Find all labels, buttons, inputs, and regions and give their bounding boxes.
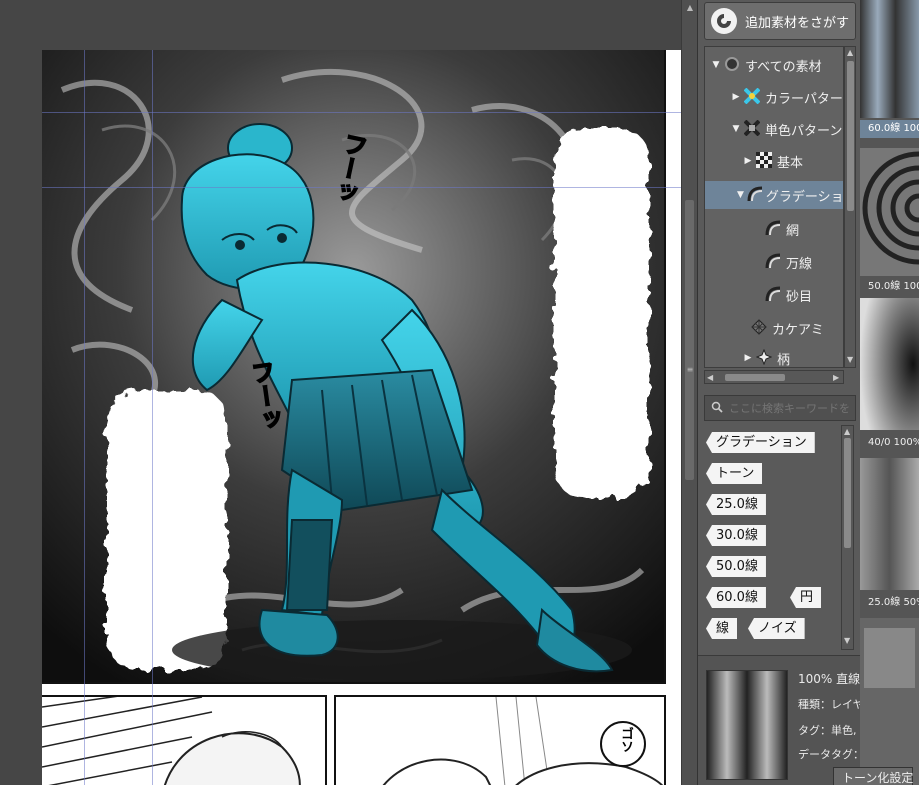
thumbnail-item[interactable]: 25.0線 50% (860, 458, 919, 618)
guide-line-horizontal (42, 187, 681, 188)
scroll-right-arrow-icon[interactable]: ▶ (833, 373, 839, 382)
pattern-icon (755, 348, 774, 367)
thumbnail-item[interactable]: 60.0線 100 (860, 0, 919, 148)
material-preview-thumbnail (706, 670, 788, 780)
thumbnail-item[interactable]: 50.0線 100 (860, 148, 919, 298)
canvas-vertical-scrollbar[interactable]: ▲ ≡ (681, 0, 697, 785)
tree-horizontal-scrollbar[interactable]: ◀ ▶ (704, 370, 844, 384)
tone-convert-settings-button[interactable]: トーン化設定 (833, 767, 913, 785)
material-detail-panel: 100% 直線 M 種類：レイヤー タグ：単色, 単色パ データタグ：グラデー (698, 655, 908, 785)
thumbnail-caption: 60.0線 100 (860, 120, 919, 138)
thumbnail-image (860, 148, 919, 276)
scroll-up-arrow-icon[interactable]: ▲ (685, 3, 695, 13)
material-tree: ▼ すべての素材 ▶ カラーパターン ▼ 単色パターン ▶ (704, 46, 844, 368)
tree-item-mono-pattern[interactable]: ▼ 単色パターン (731, 115, 842, 143)
tree-item-halftone[interactable]: 網 (765, 215, 799, 243)
tree-item-sand[interactable]: 砂目 (765, 281, 812, 309)
gradation-icon (765, 220, 783, 238)
tree-item-cross-hatch[interactable]: カケアミ (751, 314, 824, 342)
expand-triangle-icon[interactable]: ▼ (711, 60, 721, 70)
canvas-area[interactable]: フーッ フーッ ゴソ (0, 0, 681, 785)
checker-icon (756, 152, 774, 170)
search-more-label: 追加素材をさがす (745, 15, 850, 31)
cross-hatch-icon (751, 319, 769, 337)
guide-line-horizontal (42, 112, 681, 113)
search-icon (711, 401, 723, 416)
scroll-up-arrow-icon[interactable]: ▲ (844, 427, 850, 436)
tag-line[interactable]: 線 (706, 618, 738, 639)
tree-item-color-pattern[interactable]: ▶ カラーパターン (731, 83, 843, 111)
tree-hscroll-thumb[interactable] (725, 374, 785, 381)
gear-icon (724, 56, 742, 74)
tree-scroll-thumb[interactable] (847, 61, 854, 211)
tree-item-gradation[interactable]: ▼ グラデーション (705, 181, 843, 209)
page-margin (666, 50, 681, 785)
collapse-triangle-icon[interactable]: ▶ (743, 156, 753, 166)
keyword-search-box[interactable] (704, 395, 856, 421)
color-pattern-icon (743, 87, 762, 106)
scroll-down-arrow-icon[interactable]: ▼ (844, 636, 850, 645)
tree-vertical-scrollbar[interactable]: ▲ ▼ (844, 46, 856, 368)
thumbnail-image (860, 0, 919, 118)
scroll-left-arrow-icon[interactable]: ◀ (707, 373, 713, 382)
guide-line-vertical (84, 50, 85, 785)
assets-logo-icon (711, 8, 737, 34)
scroll-up-arrow-icon[interactable]: ▲ (847, 48, 853, 57)
material-palette: 追加素材をさがす ▼ すべての素材 ▶ カラーパターン ▼ 単色パターン ▶ (697, 0, 908, 785)
gradation-icon (765, 286, 783, 304)
expand-triangle-icon[interactable]: ▼ (731, 124, 741, 134)
guide-line-vertical (152, 50, 153, 785)
tree-item-all-materials[interactable]: ▼ すべての素材 (711, 51, 822, 79)
tag-tone[interactable]: トーン (706, 463, 763, 484)
tags-scroll-thumb[interactable] (844, 438, 851, 548)
search-more-materials-button[interactable]: 追加素材をさがす (704, 2, 856, 40)
thumbnail-caption: 50.0線 100 (868, 281, 919, 292)
gradation-icon (747, 186, 763, 204)
tag-circle[interactable]: 円 (790, 587, 822, 608)
material-thumbnail-grid: 60.0線 100 50.0線 100 40/0 100% 25.0線 50 (860, 0, 919, 785)
thumbnail-image (860, 618, 919, 785)
thumbnail-caption: 25.0線 50% (868, 597, 919, 608)
tree-item-lines[interactable]: 万線 (765, 248, 812, 276)
manga-panel-bottom-right[interactable]: ゴソ (334, 695, 666, 785)
thumbnail-caption: 40/0 100% (868, 437, 919, 448)
thumbnail-image (860, 298, 919, 430)
panel-grip-icon[interactable]: ≡ (685, 365, 695, 375)
tag-noise[interactable]: ノイズ (748, 618, 805, 639)
gradation-icon (765, 253, 783, 271)
manga-panel-main[interactable]: フーッ フーッ (42, 50, 666, 684)
canvas-scroll-thumb[interactable] (685, 200, 694, 480)
thumbnail-item[interactable] (860, 618, 919, 785)
tag-list: グラデーション トーン 25.0線 30.0線 50.0線 60.0線 円 線 … (704, 425, 839, 650)
tags-vertical-scrollbar[interactable]: ▲ ▼ (841, 425, 854, 650)
scroll-down-arrow-icon[interactable]: ▼ (847, 355, 853, 364)
sfx-text-bottom-right: ゴソ (618, 727, 633, 753)
tag-60-lines[interactable]: 60.0線 (706, 587, 766, 608)
tree-item-basic[interactable]: ▶ 基本 (743, 147, 803, 175)
thumbnail-item[interactable]: 40/0 100% (860, 298, 919, 458)
expand-triangle-icon[interactable]: ▼ (737, 190, 744, 200)
tree-item-pattern[interactable]: ▶ 柄 (743, 344, 790, 367)
tag-50-lines[interactable]: 50.0線 (706, 556, 766, 577)
thumbnail-image (860, 458, 919, 590)
keyword-search-input[interactable] (729, 401, 849, 415)
collapse-triangle-icon[interactable]: ▶ (731, 92, 741, 102)
collapse-triangle-icon[interactable]: ▶ (743, 353, 753, 363)
tag-gradation[interactable]: グラデーション (706, 432, 815, 453)
mono-pattern-icon (743, 119, 762, 138)
tag-25-lines[interactable]: 25.0線 (706, 494, 766, 515)
manga-page[interactable]: フーッ フーッ ゴソ (42, 50, 681, 785)
tag-30-lines[interactable]: 30.0線 (706, 525, 766, 546)
